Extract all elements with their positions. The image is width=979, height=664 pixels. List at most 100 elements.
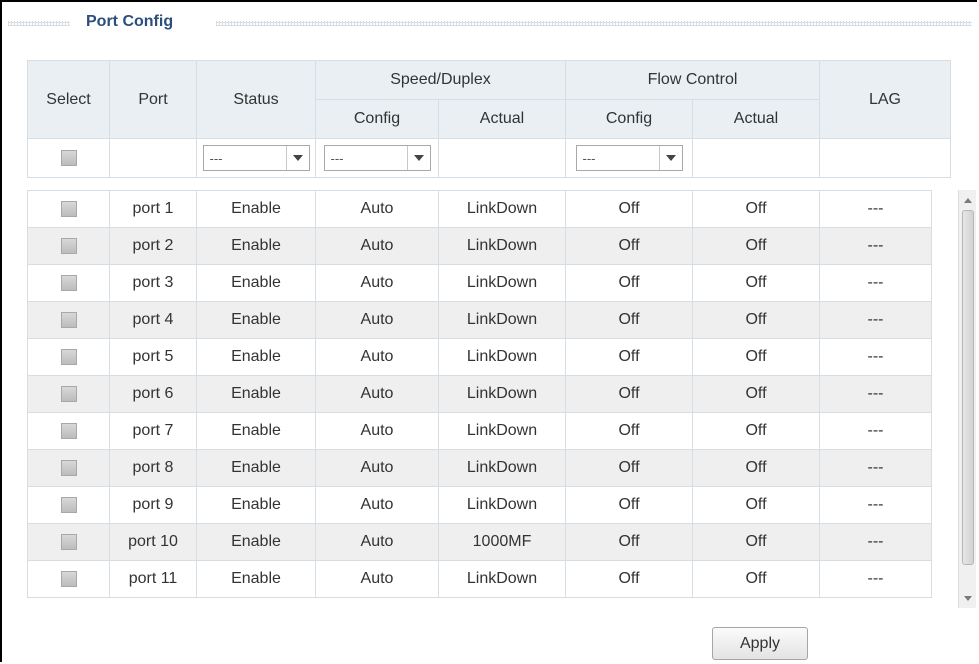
- header-speed-duplex: Speed/Duplex: [315, 60, 566, 100]
- chevron-down-icon: [285, 146, 309, 170]
- row-select-checkbox[interactable]: [60, 274, 77, 291]
- filter-flow-config-cell: ---: [565, 138, 693, 178]
- row-select-checkbox[interactable]: [60, 570, 77, 587]
- flow-actual-cell: Off: [692, 449, 820, 487]
- table-row[interactable]: port 10 Enable Auto 1000MF Off Off ---: [27, 523, 932, 561]
- row-select-checkbox[interactable]: [60, 533, 77, 550]
- row-select-checkbox[interactable]: [60, 422, 77, 439]
- flow-actual-cell: Off: [692, 264, 820, 302]
- status-cell: Enable: [196, 338, 316, 376]
- status-cell: Enable: [196, 301, 316, 339]
- speed-config-cell: Auto: [315, 264, 439, 302]
- speed-actual-cell: LinkDown: [438, 338, 566, 376]
- flow-config-cell: Off: [565, 486, 693, 524]
- status-filter-select[interactable]: ---: [202, 145, 310, 171]
- lag-cell: ---: [819, 338, 932, 376]
- speed-config-cell: Auto: [315, 190, 439, 228]
- row-select-checkbox[interactable]: [60, 237, 77, 254]
- lag-cell: ---: [819, 301, 932, 339]
- flow-actual-cell: Off: [692, 338, 820, 376]
- select-cell: [27, 560, 110, 598]
- select-cell: [27, 449, 110, 487]
- lag-cell: ---: [819, 227, 932, 265]
- table-row[interactable]: port 7 Enable Auto LinkDown Off Off ---: [27, 412, 932, 450]
- filter-lag-cell: [819, 138, 951, 178]
- flow-config-filter-select[interactable]: ---: [575, 145, 683, 171]
- table-row[interactable]: port 8 Enable Auto LinkDown Off Off ---: [27, 449, 932, 487]
- status-cell: Enable: [196, 523, 316, 561]
- table-row[interactable]: port 1 Enable Auto LinkDown Off Off ---: [27, 190, 932, 228]
- select-cell: [27, 486, 110, 524]
- speed-config-cell: Auto: [315, 301, 439, 339]
- header-select: Select: [27, 60, 110, 139]
- flow-actual-cell: Off: [692, 375, 820, 413]
- flow-config-cell: Off: [565, 227, 693, 265]
- flow-config-cell: Off: [565, 375, 693, 413]
- speed-config-cell: Auto: [315, 375, 439, 413]
- port-cell: port 6: [109, 375, 197, 413]
- row-select-checkbox[interactable]: [60, 385, 77, 402]
- port-cell: port 10: [109, 523, 197, 561]
- table-row[interactable]: port 5 Enable Auto LinkDown Off Off ---: [27, 338, 932, 376]
- section-title: Port Config: [86, 13, 174, 30]
- row-select-checkbox[interactable]: [60, 200, 77, 217]
- speed-config-cell: Auto: [315, 560, 439, 598]
- speed-config-filter-select[interactable]: ---: [323, 145, 431, 171]
- filter-row: --- --- ---: [27, 138, 951, 178]
- row-select-checkbox[interactable]: [60, 459, 77, 476]
- table-row[interactable]: port 2 Enable Auto LinkDown Off Off ---: [27, 227, 932, 265]
- select-cell: [27, 301, 110, 339]
- header-flow-control: Flow Control: [565, 60, 820, 100]
- filter-flow-actual-cell: [692, 138, 820, 178]
- filter-speed-actual-cell: [438, 138, 566, 178]
- speed-actual-cell: LinkDown: [438, 190, 566, 228]
- table-row[interactable]: port 3 Enable Auto LinkDown Off Off ---: [27, 264, 932, 302]
- lag-cell: ---: [819, 560, 932, 598]
- row-select-checkbox[interactable]: [60, 311, 77, 328]
- table-row[interactable]: port 4 Enable Auto LinkDown Off Off ---: [27, 301, 932, 339]
- speed-config-cell: Auto: [315, 338, 439, 376]
- lag-cell: ---: [819, 264, 932, 302]
- scroll-down-icon[interactable]: [960, 590, 976, 606]
- legend-divider-left: [8, 21, 70, 26]
- header-flow-config: Config: [565, 99, 693, 139]
- speed-actual-cell: LinkDown: [438, 301, 566, 339]
- header-status: Status: [196, 60, 316, 139]
- filter-status-cell: ---: [196, 138, 316, 178]
- chevron-down-icon: [406, 146, 430, 170]
- lag-cell: ---: [819, 190, 932, 228]
- speed-config-cell: Auto: [315, 449, 439, 487]
- flow-config-cell: Off: [565, 338, 693, 376]
- flow-config-filter-value: ---: [582, 150, 596, 166]
- speed-config-cell: Auto: [315, 523, 439, 561]
- port-cell: port 1: [109, 190, 197, 228]
- speed-actual-cell: LinkDown: [438, 264, 566, 302]
- select-cell: [27, 523, 110, 561]
- port-cell: port 11: [109, 560, 197, 598]
- header-lag: LAG: [819, 60, 951, 139]
- flow-config-cell: Off: [565, 264, 693, 302]
- chevron-down-icon: [658, 146, 682, 170]
- lag-cell: ---: [819, 486, 932, 524]
- scrollbar-thumb[interactable]: [962, 210, 974, 565]
- select-all-checkbox[interactable]: [60, 149, 77, 166]
- table-row[interactable]: port 11 Enable Auto LinkDown Off Off ---: [27, 560, 932, 598]
- speed-actual-cell: LinkDown: [438, 412, 566, 450]
- table-scrollbar[interactable]: [958, 190, 976, 608]
- flow-actual-cell: Off: [692, 412, 820, 450]
- speed-actual-cell: LinkDown: [438, 486, 566, 524]
- table-row[interactable]: port 6 Enable Auto LinkDown Off Off ---: [27, 375, 932, 413]
- speed-config-cell: Auto: [315, 227, 439, 265]
- status-cell: Enable: [196, 227, 316, 265]
- status-cell: Enable: [196, 190, 316, 228]
- apply-button[interactable]: Apply: [712, 627, 808, 660]
- speed-actual-cell: LinkDown: [438, 560, 566, 598]
- row-select-checkbox[interactable]: [60, 348, 77, 365]
- flow-config-cell: Off: [565, 190, 693, 228]
- table-row[interactable]: port 9 Enable Auto LinkDown Off Off ---: [27, 486, 932, 524]
- scroll-up-icon[interactable]: [960, 192, 976, 208]
- select-cell: [27, 227, 110, 265]
- speed-config-cell: Auto: [315, 486, 439, 524]
- status-cell: Enable: [196, 375, 316, 413]
- row-select-checkbox[interactable]: [60, 496, 77, 513]
